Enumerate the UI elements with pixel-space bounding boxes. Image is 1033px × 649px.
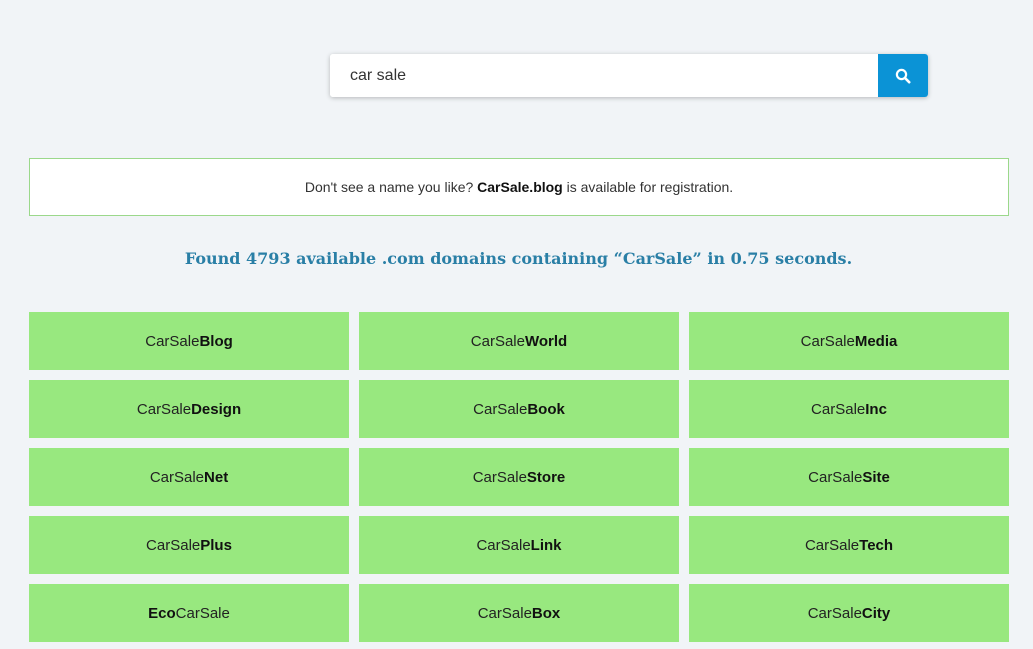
domain-keyword-text: Link xyxy=(530,536,562,554)
search-bar xyxy=(330,54,928,97)
results-summary: Found 4793 available .com domains contai… xyxy=(184,249,853,268)
domain-keyword-text: Store xyxy=(526,468,566,486)
domain-tile[interactable]: CarSale Site xyxy=(689,448,1009,506)
domain-tile[interactable]: CarSale Link xyxy=(359,516,679,574)
domain-keyword-text: World xyxy=(524,332,568,350)
notice-prefix: Don't see a name you like? xyxy=(304,179,474,195)
domain-tile[interactable]: CarSale World xyxy=(359,312,679,370)
notice-domain-link[interactable]: CarSale.blog xyxy=(477,179,563,195)
domain-base-text: CarSale xyxy=(136,400,192,418)
domain-keyword-text: Eco xyxy=(148,604,176,622)
domain-keyword-text: Blog xyxy=(199,332,233,350)
domain-base-text: CarSale xyxy=(811,400,866,418)
domain-base-text: CarSale xyxy=(804,536,860,554)
domain-base-text: CarSale xyxy=(149,468,205,486)
domain-tile[interactable]: CarSale City xyxy=(689,584,1009,642)
domain-base-text: CarSale xyxy=(476,536,531,554)
domain-keyword-text: Plus xyxy=(200,536,232,554)
domain-base-text: CarSale xyxy=(175,604,230,622)
domain-tile[interactable]: CarSale Design xyxy=(29,380,349,438)
domain-tile[interactable]: CarSale Tech xyxy=(689,516,1009,574)
domain-keyword-text: Site xyxy=(862,468,890,486)
domain-tile[interactable]: CarSale Plus xyxy=(29,516,349,574)
domain-keyword-text: Book xyxy=(527,400,565,418)
domain-tile[interactable]: CarSale Blog xyxy=(29,312,349,370)
domain-keyword-text: Net xyxy=(204,468,229,486)
domain-base-text: CarSale xyxy=(808,468,863,486)
domain-tile[interactable]: CarSale Box xyxy=(359,584,679,642)
domain-base-text: CarSale xyxy=(473,400,528,418)
domain-tile[interactable]: Eco CarSale xyxy=(29,584,349,642)
domain-keyword-text: Media xyxy=(854,332,898,350)
domain-base-text: CarSale xyxy=(807,604,862,622)
domain-tile[interactable]: CarSale Media xyxy=(689,312,1009,370)
search-button[interactable] xyxy=(878,54,928,97)
domain-keyword-text: Box xyxy=(531,604,561,622)
domain-base-text: CarSale xyxy=(470,332,525,350)
domain-keyword-text: Tech xyxy=(859,536,894,554)
domain-base-text: CarSale xyxy=(145,332,200,350)
domain-tile[interactable]: CarSale Net xyxy=(29,448,349,506)
domain-base-text: CarSale xyxy=(800,332,855,350)
search-input[interactable] xyxy=(330,54,878,97)
domain-base-text: CarSale xyxy=(146,536,201,554)
domain-tile[interactable]: CarSale Book xyxy=(359,380,679,438)
notice-suffix: is available for registration. xyxy=(566,179,734,195)
domain-results-grid: CarSale Blog CarSale World CarSale Media CarSa… xyxy=(29,312,1009,642)
domain-keyword-text: Design xyxy=(191,400,242,418)
domain-tile[interactable]: CarSale Store xyxy=(359,448,679,506)
domain-keyword-text: City xyxy=(861,604,891,622)
search-icon xyxy=(895,68,911,83)
registration-notice: Don't see a name you like? CarSale.blog … xyxy=(29,158,1009,216)
domain-base-text: CarSale xyxy=(477,604,532,622)
domain-keyword-text: Inc xyxy=(865,400,887,418)
domain-base-text: CarSale xyxy=(472,468,527,486)
domain-tile[interactable]: CarSale Inc xyxy=(689,380,1009,438)
